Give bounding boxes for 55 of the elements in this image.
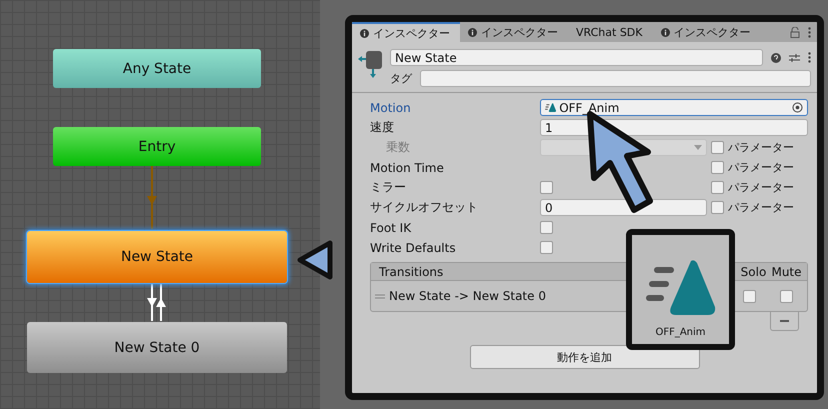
tag-field[interactable] bbox=[420, 70, 811, 87]
parameter-label: パラメーター bbox=[728, 180, 794, 195]
state-node[interactable]: Entry bbox=[53, 127, 261, 166]
state-node[interactable]: Any State bbox=[53, 49, 261, 88]
preview-label: OFF_Anim bbox=[655, 327, 706, 338]
input-field[interactable]: 0 bbox=[540, 199, 707, 216]
column-header: Solo bbox=[740, 264, 768, 278]
minus-icon bbox=[780, 320, 789, 322]
inspector-tab[interactable]: インスペクター bbox=[352, 22, 460, 42]
animation-clip-icon bbox=[646, 259, 716, 317]
list-title: Transitions bbox=[379, 264, 444, 278]
checkbox[interactable] bbox=[540, 181, 553, 194]
state-node[interactable]: New State bbox=[27, 231, 287, 283]
property-label: Motion bbox=[370, 100, 412, 114]
parameter-label: パラメーター bbox=[728, 160, 794, 175]
transition-arrow[interactable] bbox=[147, 284, 157, 321]
parameter-label: パラメーター bbox=[728, 200, 794, 215]
parameter-label: パラメーター bbox=[728, 140, 794, 155]
state-node[interactable]: New State 0 bbox=[27, 322, 287, 373]
checkbox[interactable] bbox=[540, 221, 553, 234]
property-label: 乗数 bbox=[385, 139, 411, 156]
pointer-triangle-icon bbox=[295, 239, 335, 281]
more-icon[interactable] bbox=[808, 52, 811, 63]
input-field[interactable]: 1 bbox=[540, 119, 808, 136]
tag-label: タグ bbox=[390, 71, 412, 86]
transition-arrow[interactable] bbox=[156, 284, 166, 321]
animation-clip-icon bbox=[545, 102, 556, 112]
remove-button[interactable] bbox=[770, 312, 799, 331]
checkbox[interactable] bbox=[711, 181, 724, 194]
checkbox[interactable] bbox=[743, 290, 756, 302]
checkbox[interactable] bbox=[711, 201, 724, 214]
inspector-tab[interactable]: VRChat SDK bbox=[568, 22, 652, 42]
help-icon[interactable] bbox=[771, 52, 781, 62]
property-label: サイクルオフセット bbox=[370, 199, 479, 216]
motion-field[interactable]: OFF_Anim bbox=[540, 99, 808, 116]
column-header: Mute bbox=[770, 264, 803, 278]
lock-icon[interactable] bbox=[790, 26, 800, 38]
property-label: Motion Time bbox=[370, 160, 445, 174]
drag-handle-icon[interactable] bbox=[375, 294, 385, 298]
checkbox[interactable] bbox=[540, 241, 553, 254]
property-label: Foot IK bbox=[370, 220, 412, 234]
more-icon[interactable] bbox=[808, 26, 811, 38]
checkbox[interactable] bbox=[711, 161, 724, 174]
property-label: Write Defaults bbox=[370, 240, 457, 254]
property-label: 速度 bbox=[370, 119, 395, 136]
sliders-icon[interactable] bbox=[789, 52, 800, 62]
checkbox[interactable] bbox=[780, 290, 793, 302]
caret-icon bbox=[694, 145, 702, 150]
object-picker-icon[interactable] bbox=[792, 102, 803, 113]
property-label: ミラー bbox=[370, 179, 407, 196]
inspector-tab[interactable]: インスペクター bbox=[460, 22, 568, 42]
inspector-tab[interactable]: インスペクター bbox=[652, 22, 760, 42]
add-behaviour-button[interactable]: 動作を追加 bbox=[470, 345, 700, 369]
name-field[interactable]: New State bbox=[390, 49, 763, 66]
transition-item[interactable]: New State -> New State 0 bbox=[389, 289, 546, 303]
